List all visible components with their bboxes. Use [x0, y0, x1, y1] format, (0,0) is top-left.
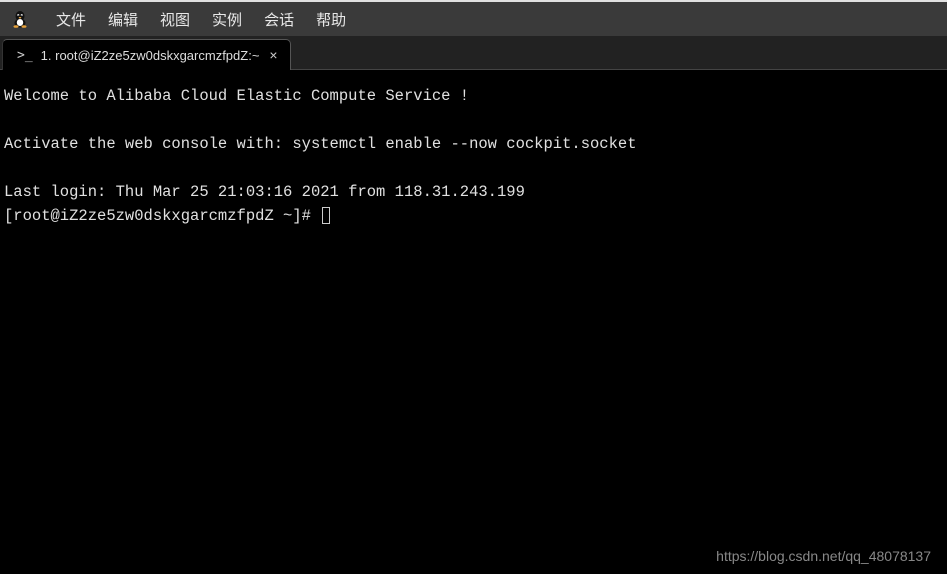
- titlebar: 文件 编辑 视图 实例 会话 帮助: [0, 0, 947, 36]
- tabbar: >_ 1. root@iZ2ze5zw0dskxgarcmzfpdZ:~ ×: [0, 36, 947, 70]
- terminal-line: Activate the web console with: systemctl…: [4, 135, 637, 153]
- watermark-text: https://blog.csdn.net/qq_48078137: [716, 548, 931, 564]
- terminal-line: Welcome to Alibaba Cloud Elastic Compute…: [4, 87, 469, 105]
- menu-edit[interactable]: 编辑: [108, 9, 138, 30]
- menu-help[interactable]: 帮助: [316, 9, 346, 30]
- tab-title: 1. root@iZ2ze5zw0dskxgarcmzfpdZ:~: [41, 48, 260, 63]
- linux-penguin-icon: [12, 10, 28, 28]
- close-icon[interactable]: ×: [267, 47, 279, 63]
- menu-file[interactable]: 文件: [56, 9, 86, 30]
- terminal-prompt-icon: >_: [17, 48, 33, 63]
- menu-instance[interactable]: 实例: [212, 9, 242, 30]
- terminal-output[interactable]: Welcome to Alibaba Cloud Elastic Compute…: [0, 70, 947, 574]
- terminal-line: Last login: Thu Mar 25 21:03:16 2021 fro…: [4, 183, 525, 201]
- terminal-prompt: [root@iZ2ze5zw0dskxgarcmzfpdZ ~]#: [4, 207, 320, 225]
- terminal-cursor: [322, 207, 330, 224]
- menu-view[interactable]: 视图: [160, 9, 190, 30]
- menu-session[interactable]: 会话: [264, 9, 294, 30]
- terminal-tab[interactable]: >_ 1. root@iZ2ze5zw0dskxgarcmzfpdZ:~ ×: [2, 39, 291, 70]
